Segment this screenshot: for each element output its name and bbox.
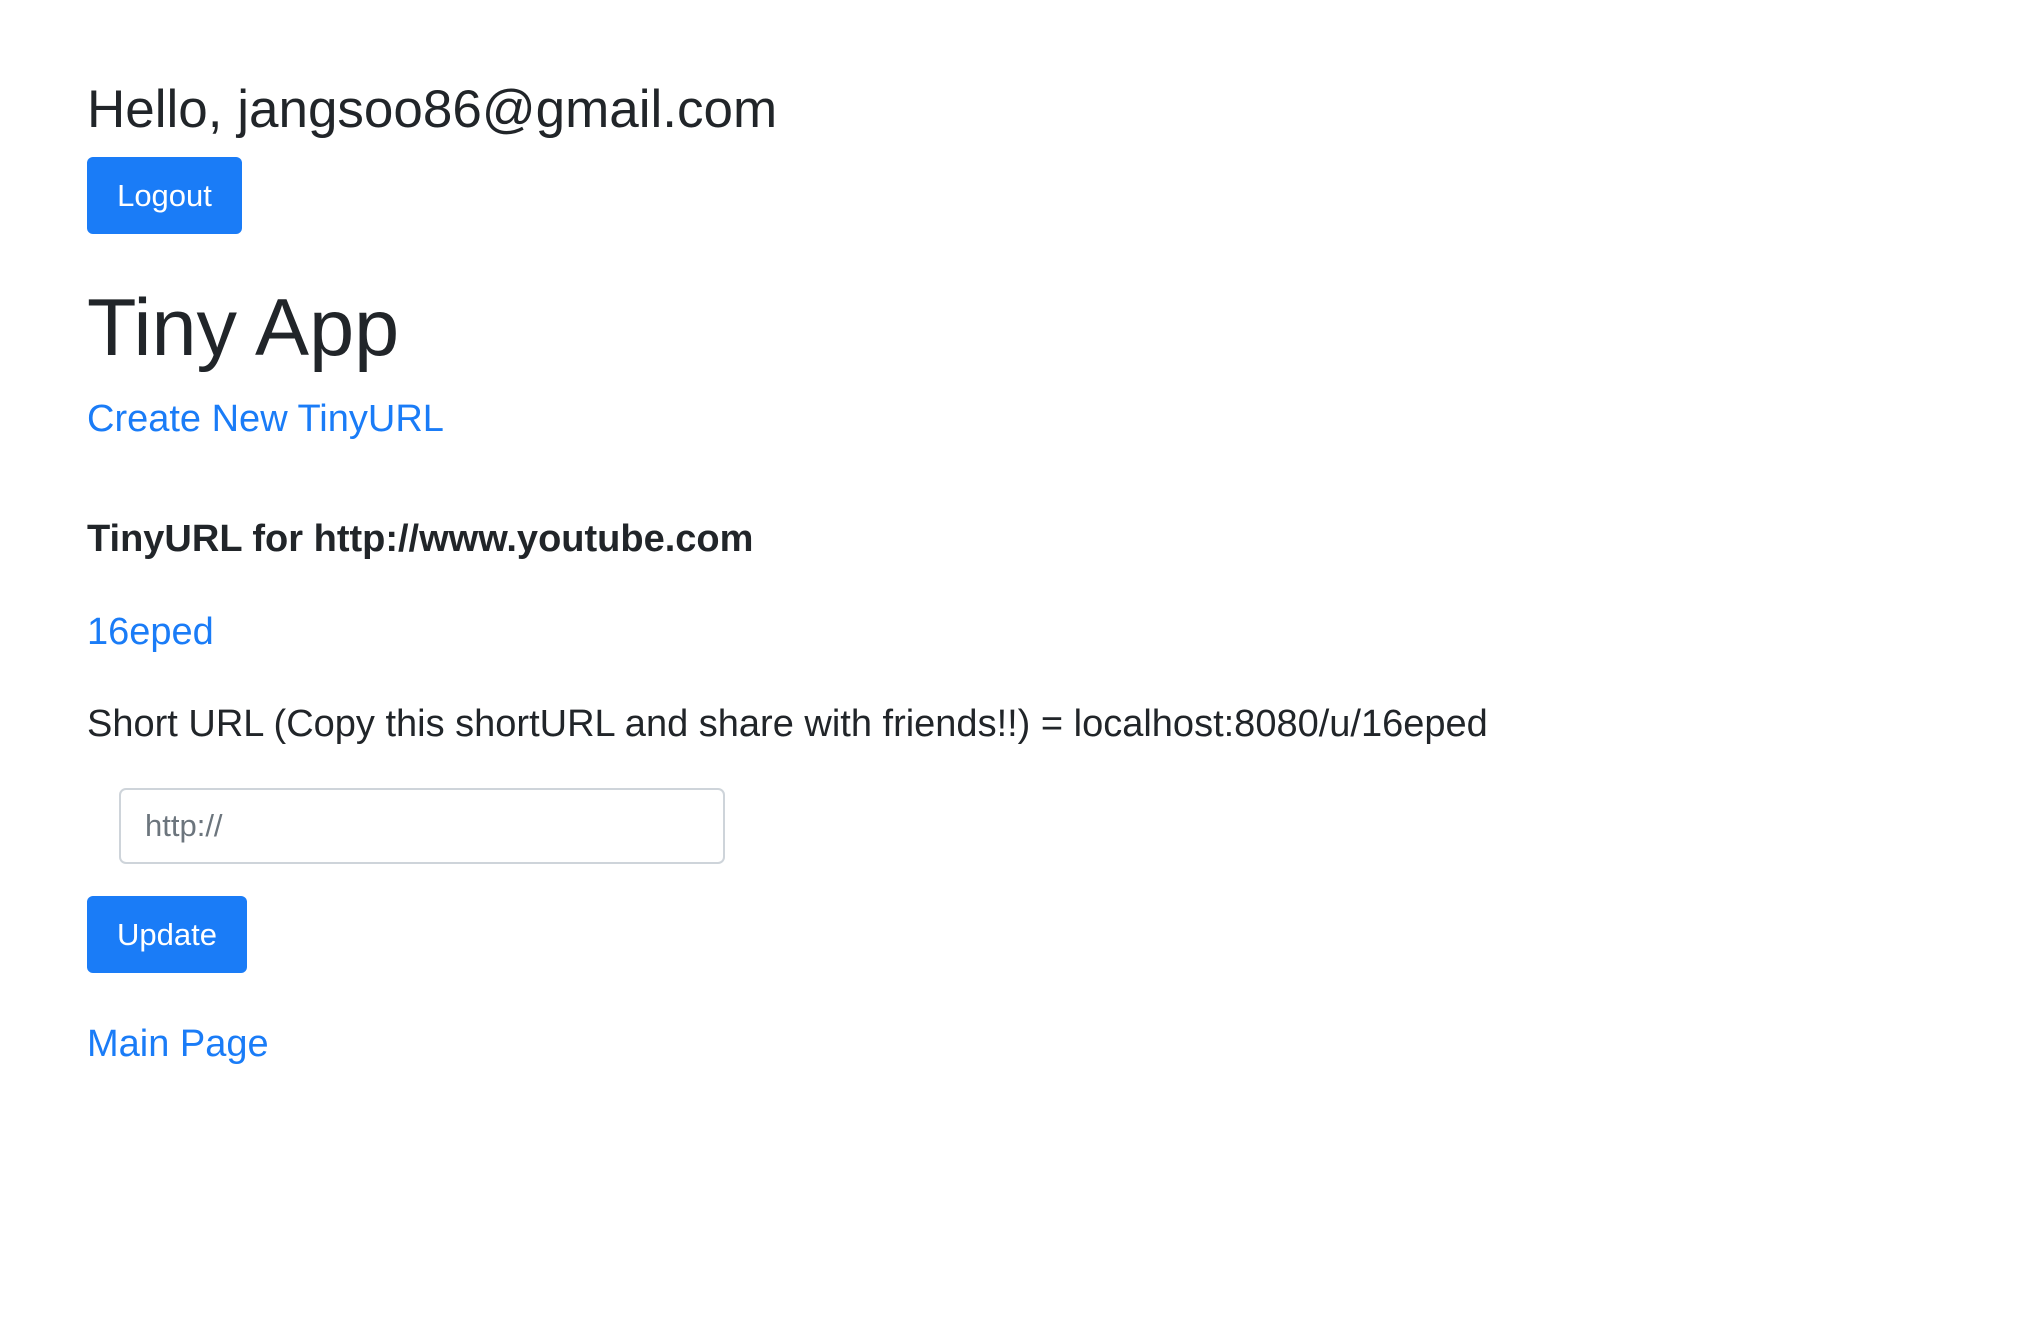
long-url-input[interactable] <box>119 788 725 864</box>
tinyurl-heading: TinyURL for http://www.youtube.com <box>87 518 754 560</box>
page: Hello, jangsoo86@gmail.com Logout Tiny A… <box>0 0 2020 1340</box>
short-code-link[interactable]: 16eped <box>87 608 214 656</box>
user-greeting: Hello, jangsoo86@gmail.com <box>87 80 778 139</box>
logout-button[interactable]: Logout <box>87 157 242 234</box>
update-button[interactable]: Update <box>87 896 247 973</box>
app-title: Tiny App <box>87 283 400 373</box>
create-new-tinyurl-link[interactable]: Create New TinyURL <box>87 395 444 443</box>
main-page-link[interactable]: Main Page <box>87 1020 269 1068</box>
short-url-text: Short URL (Copy this shortURL and share … <box>87 703 1488 745</box>
